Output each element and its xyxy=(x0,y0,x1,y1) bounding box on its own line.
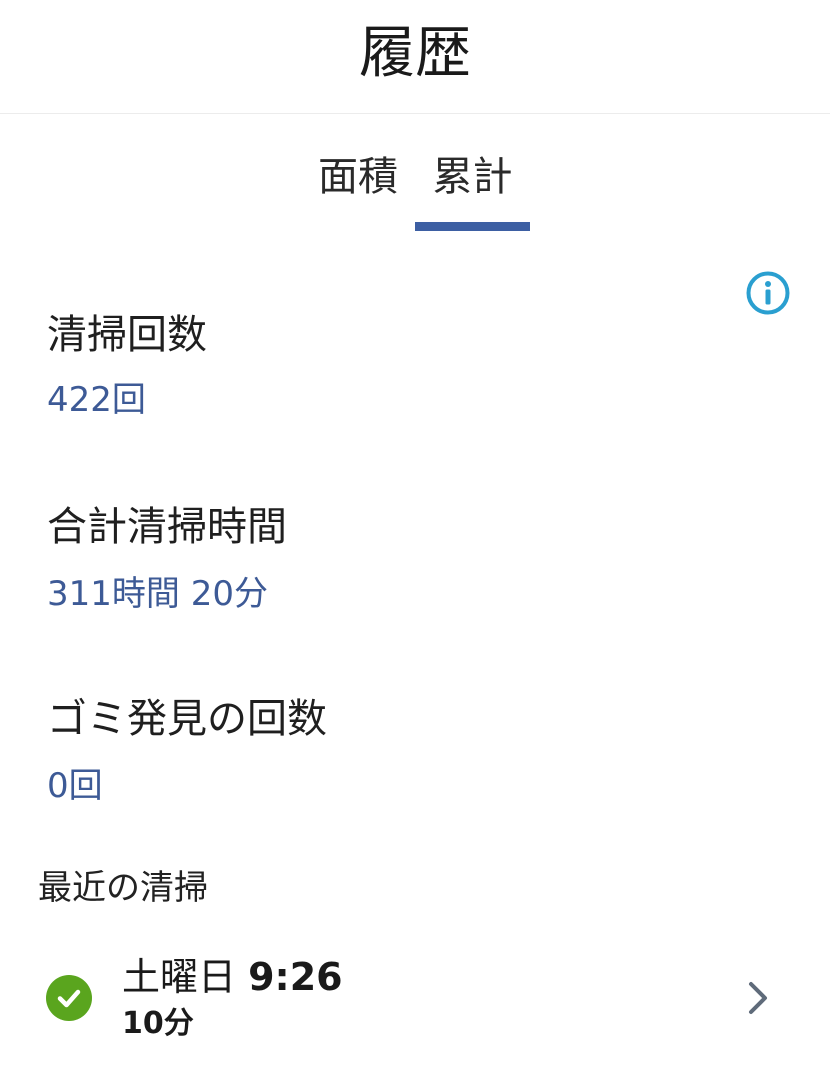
stat-label: 合計清掃時間 xyxy=(47,504,287,550)
stat-value: 422回 xyxy=(47,380,146,420)
history-screen: 履歴 面積 累計 清掃回数 422回 合計清掃時間 311時間 20分 ゴミ発見… xyxy=(0,0,830,1080)
stat-value: 311時間 20分 xyxy=(47,574,268,614)
page-title: 履歴 xyxy=(359,21,471,86)
stat-dust-found-count: ゴミ発見の回数 0回 xyxy=(47,694,327,808)
tab-area[interactable]: 面積 xyxy=(318,152,398,202)
recent-item-time: 9:26 xyxy=(248,955,343,999)
stat-total-cleaning-time: 合計清掃時間 311時間 20分 xyxy=(47,502,287,616)
info-circle-icon xyxy=(746,271,790,315)
recent-cleaning-heading: 最近の清掃 xyxy=(38,868,208,908)
tab-total[interactable]: 累計 xyxy=(415,152,530,202)
recent-item-datetime: 土曜日 9:26 xyxy=(122,954,343,1000)
recent-item-duration: 10分 xyxy=(122,1006,194,1041)
recent-item-day: 土曜日 xyxy=(122,955,237,999)
stat-cleaning-count: 清掃回数 422回 xyxy=(47,310,207,422)
stat-label: ゴミ発見の回数 xyxy=(47,696,327,742)
info-button[interactable] xyxy=(745,270,791,316)
tab-selected-indicator xyxy=(415,222,530,231)
stat-label: 清掃回数 xyxy=(47,312,207,358)
chevron-right-icon xyxy=(749,982,767,1014)
check-circle-icon xyxy=(46,975,92,1021)
recent-cleaning-item[interactable]: 土曜日 9:26 10分 xyxy=(0,940,830,1060)
stat-value: 0回 xyxy=(47,766,103,806)
tab-bar: 面積 累計 xyxy=(0,114,830,234)
app-header: 履歴 xyxy=(0,0,830,114)
